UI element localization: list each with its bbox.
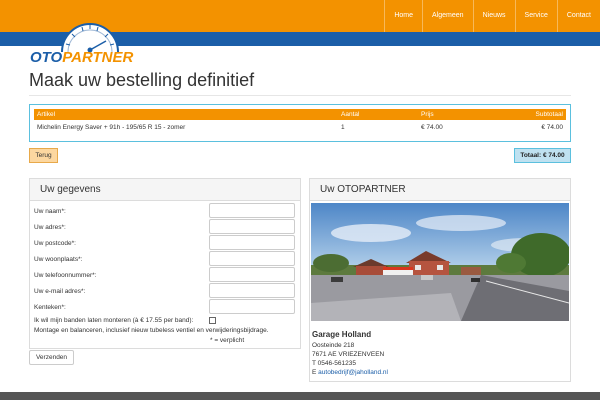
nav-nieuws[interactable]: Nieuws bbox=[472, 0, 515, 32]
partner-city: 7671 AE VRIEZENVEEN bbox=[312, 351, 385, 358]
address-input[interactable] bbox=[209, 219, 295, 234]
customer-details-panel: Uw gegevens Uw naam*: Uw adres*: Uw post… bbox=[29, 178, 301, 349]
logo-wordmark: OTOPARTNER bbox=[30, 49, 133, 66]
label-phone: Uw telefoonnummer*: bbox=[34, 272, 97, 279]
row-qty: 1 bbox=[341, 124, 345, 131]
order-table-header: Artikel Aantal Prijs Subtotaal bbox=[34, 109, 566, 120]
postcode-input[interactable] bbox=[209, 235, 295, 250]
nav-service[interactable]: Service bbox=[514, 0, 557, 32]
mount-checkbox[interactable] bbox=[209, 317, 216, 324]
partner-email-link[interactable]: autobedrijf@jaholland.nl bbox=[318, 369, 388, 376]
order-table: Artikel Aantal Prijs Subtotaal Michelin … bbox=[34, 109, 566, 135]
license-plate-input[interactable] bbox=[209, 299, 295, 314]
title-divider bbox=[29, 95, 571, 96]
label-license-plate: Kenteken*: bbox=[34, 304, 66, 311]
nav-contact[interactable]: Contact bbox=[556, 0, 600, 32]
row-article: Michelin Energy Saver + 91h - 195/65 R 1… bbox=[37, 124, 186, 131]
email-input[interactable] bbox=[209, 283, 295, 298]
label-email: Uw e-mail adres*: bbox=[34, 288, 86, 295]
name-input[interactable] bbox=[209, 203, 295, 218]
customer-details-title: Uw gegevens bbox=[30, 179, 300, 201]
row-price: € 74.00 bbox=[421, 124, 443, 131]
garage-photo bbox=[311, 203, 569, 321]
col-article: Artikel bbox=[34, 109, 338, 120]
partner-street: Oosteinde 218 bbox=[312, 342, 355, 349]
mount-option-description: Montage en balanceren, inclusief nieuw t… bbox=[34, 327, 269, 334]
logo-part-oto: OTO bbox=[30, 49, 63, 66]
back-button[interactable]: Terug bbox=[29, 148, 58, 163]
required-note: * = verplicht bbox=[210, 337, 245, 344]
mount-option-label: Ik wil mijn banden laten monteren (à € 1… bbox=[34, 317, 194, 324]
partner-panel: Uw OTOPARTNER Garage Holland Oosteinde 2… bbox=[309, 178, 571, 382]
logo-part-partner: PARTNER bbox=[62, 49, 134, 66]
otopartner-logo[interactable]: OTOPARTNER bbox=[28, 14, 144, 66]
col-qty: Aantal bbox=[338, 109, 418, 120]
page-title: Maak uw bestelling definitief bbox=[29, 70, 255, 90]
label-postcode: Uw postcode*: bbox=[34, 240, 76, 247]
label-address: Uw adres*: bbox=[34, 224, 66, 231]
send-button[interactable]: Verzenden bbox=[29, 350, 74, 365]
garage-street-image bbox=[311, 203, 569, 321]
partner-phone: T 0546-561235 bbox=[312, 360, 356, 367]
city-input[interactable] bbox=[209, 251, 295, 266]
label-city: Uw woonplaats*: bbox=[34, 256, 83, 263]
phone-input[interactable] bbox=[209, 267, 295, 282]
footer-bar bbox=[0, 392, 600, 400]
row-subtotal: € 74.00 bbox=[541, 124, 563, 131]
col-price: Prijs bbox=[418, 109, 488, 120]
speedometer-icon bbox=[61, 23, 119, 53]
col-subtotal: Subtotaal bbox=[488, 109, 566, 120]
partner-panel-title: Uw OTOPARTNER bbox=[310, 179, 570, 201]
nav-algemeen[interactable]: Algemeen bbox=[422, 0, 473, 32]
order-total: Totaal: € 74.00 bbox=[514, 148, 571, 163]
order-summary: Artikel Aantal Prijs Subtotaal Michelin … bbox=[29, 104, 571, 142]
table-row: Michelin Energy Saver + 91h - 195/65 R 1… bbox=[34, 120, 566, 135]
label-name: Uw naam*: bbox=[34, 208, 66, 215]
main-nav: Home Algemeen Nieuws Service Contact bbox=[384, 0, 600, 32]
partner-name: Garage Holland bbox=[312, 330, 372, 339]
nav-home[interactable]: Home bbox=[384, 0, 422, 32]
partner-email-line: E autobedrijf@jaholland.nl bbox=[312, 369, 388, 376]
